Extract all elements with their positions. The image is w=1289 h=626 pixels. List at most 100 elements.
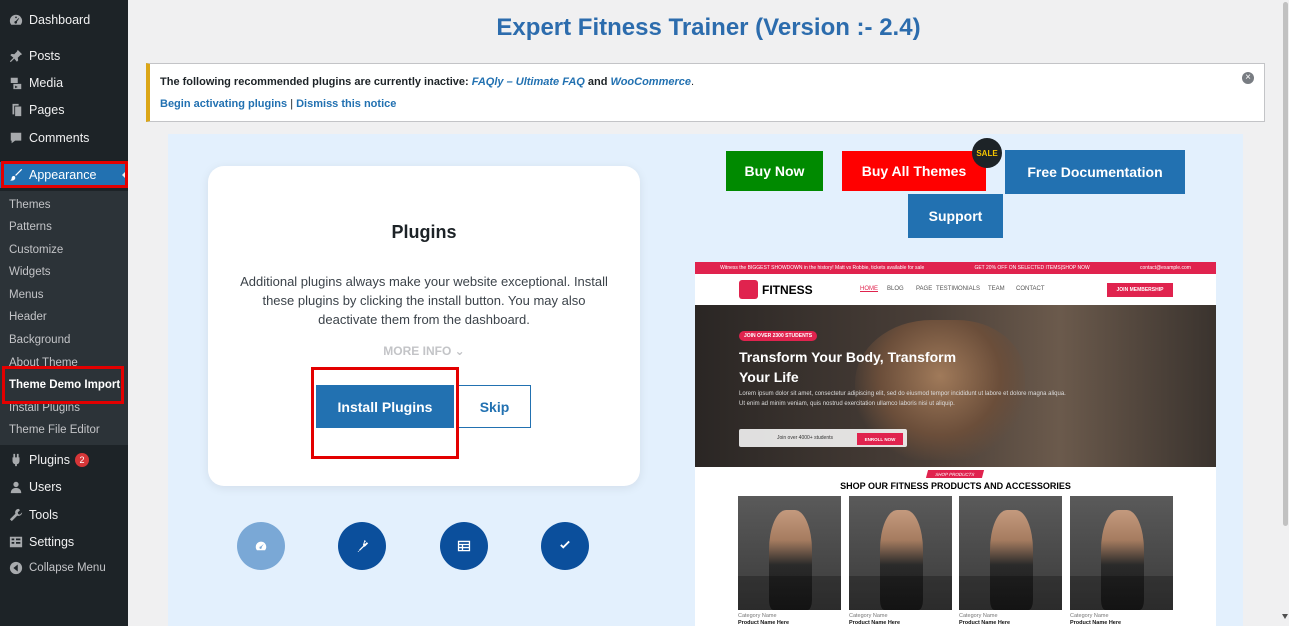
plugins-card: Plugins Additional plugins always make y… (208, 166, 640, 486)
preview-nav-link: BLOG (887, 286, 904, 292)
more-info-toggle[interactable]: MORE INFO ⌄ (208, 344, 640, 358)
submenu-item-themes[interactable]: Themes (9, 199, 51, 211)
settings-icon (8, 534, 24, 550)
submenu-item-menus[interactable]: Menus (9, 289, 44, 301)
free-documentation-button[interactable]: Free Documentation (1005, 150, 1185, 194)
preview-hero-description: Lorem ipsum dolor sit amet, consectetur … (739, 391, 1066, 407)
sidebar-item-label: Media (29, 76, 64, 90)
submenu-item-background[interactable]: Background (9, 334, 70, 346)
sidebar-item-label: Dashboard (29, 13, 91, 27)
user-icon (8, 479, 24, 495)
sale-badge: SALE (972, 138, 1002, 168)
preview-product-category: Category Name (1070, 613, 1109, 619)
preview-hero-title: Transform Your Body, Transform Your Life (739, 349, 957, 385)
scroll-down-icon[interactable] (1282, 614, 1288, 619)
sidebar-item-appearance[interactable]: Appearance (0, 162, 128, 188)
preview-product-name: Product Name Here (738, 620, 790, 626)
sidebar-item-comments[interactable]: Comments (0, 125, 128, 151)
preview-nav-link: TESTIMONIALS (936, 286, 981, 292)
sidebar-item-plugins[interactable]: Plugins 2 (0, 447, 128, 473)
preview-hero-badge: JOIN OVER 2300 STUDENTS (739, 331, 818, 341)
buy-now-button[interactable]: Buy Now (726, 151, 823, 191)
submenu-item-header[interactable]: Header (9, 311, 47, 323)
sidebar-item-dashboard[interactable]: Dashboard (0, 7, 128, 33)
sidebar-item-posts[interactable]: Posts (0, 43, 128, 69)
preview-product-category: Category Name (738, 613, 777, 619)
sidebar-item-label: Posts (29, 49, 61, 63)
preview-logo: FITNESS (762, 283, 813, 297)
sidebar-item-label: Settings (29, 535, 75, 549)
submenu-item-widgets[interactable]: Widgets (9, 266, 51, 278)
preview-hero-cta-text: Join over 4000+ students (777, 435, 834, 441)
preview-topbar-text: Witness the BIGGEST SHOWDOWN in the hist… (720, 265, 925, 271)
sidebar-item-tools[interactable]: Tools (0, 502, 128, 528)
dashboard-icon (255, 541, 267, 551)
sidebar-item-label: Plugins (29, 453, 70, 467)
layout-icon (457, 540, 471, 552)
step-plugins[interactable] (338, 522, 386, 570)
submenu-item-about-theme[interactable]: About Theme (9, 357, 78, 369)
sidebar-item-label: Pages (29, 103, 65, 117)
support-button[interactable]: Support (908, 194, 1003, 238)
card-description: Additional plugins always make your webs… (240, 274, 608, 327)
preview-shop-tag: SHOP PRODUCTS (925, 470, 985, 478)
sidebar-item-label: Appearance (29, 168, 97, 182)
sidebar-item-label: Tools (29, 508, 59, 522)
notice-period: . (691, 76, 695, 88)
submenu-item-theme-demo-import[interactable]: Theme Demo Import (9, 379, 120, 391)
plug-icon (8, 452, 24, 468)
preview-nav: FITNESS HOME BLOG PAGE TESTIMONIALS TEAM… (695, 274, 1216, 305)
submenu-item-theme-file-editor[interactable]: Theme File Editor (9, 424, 100, 436)
woocommerce-link[interactable]: WooCommerce (611, 76, 691, 88)
preview-shop-title: SHOP OUR FITNESS PRODUCTS AND ACCESSORIE… (840, 481, 1071, 491)
scrollbar-thumb[interactable] (1283, 2, 1288, 526)
submenu-item-customize[interactable]: Customize (9, 244, 63, 256)
submenu-item-install-plugins[interactable]: Install Plugins (9, 402, 80, 414)
brush-icon (8, 167, 24, 183)
pages-icon (8, 102, 24, 118)
sidebar-item-pages[interactable]: Pages (0, 97, 128, 123)
appearance-submenu: Themes Patterns Customize Widgets Menus … (0, 191, 128, 445)
notice-actions: Begin activating plugins | Dismiss this … (160, 98, 1254, 110)
more-info-label: MORE INFO (383, 344, 452, 358)
preview-hero: JOIN OVER 2300 STUDENTS Transform Your B… (695, 305, 1216, 467)
notice-row: The following recommended plugins are cu… (160, 76, 1254, 88)
close-icon[interactable]: × (1242, 72, 1254, 84)
sidebar-collapse-menu[interactable]: Collapse Menu (0, 555, 128, 581)
preview-product-image (1070, 496, 1173, 610)
skip-button[interactable]: Skip (458, 385, 531, 428)
preview-nav-link: CONTACT (1016, 286, 1045, 292)
notice-separator: | (290, 98, 294, 110)
fitness-logo-icon (739, 280, 758, 299)
plug-icon (357, 539, 369, 553)
preview-join-button: JOIN MEMBERSHIP (1107, 283, 1173, 297)
media-icon (8, 75, 24, 91)
buy-all-themes-button[interactable]: Buy All Themes (842, 151, 986, 191)
preview-nav-link: TEAM (988, 286, 1005, 292)
step-done[interactable] (541, 522, 589, 570)
install-plugins-button[interactable]: Install Plugins (316, 385, 454, 428)
plugins-count-badge: 2 (75, 453, 89, 467)
chevron-down-icon: ⌄ (454, 344, 465, 358)
sidebar-item-settings[interactable]: Settings (0, 529, 128, 555)
wrench-icon (8, 507, 24, 523)
comment-icon (8, 130, 24, 146)
plugins-notice: The following recommended plugins are cu… (146, 63, 1265, 122)
step-dashboard[interactable] (237, 522, 285, 570)
sidebar-item-label: Comments (29, 131, 90, 145)
begin-activating-link[interactable]: Begin activating plugins (160, 98, 287, 110)
preview-nav-link: HOME (860, 286, 878, 292)
faqly-link[interactable]: FAQly – Ultimate FAQ (472, 76, 585, 88)
submenu-item-patterns[interactable]: Patterns (9, 221, 52, 233)
preview-nav-link: PAGE (916, 286, 933, 292)
preview-topbar-offer: GET 20% OFF ON SELECTED ITEMS|SHOP NOW (974, 265, 1090, 271)
step-content[interactable] (440, 522, 488, 570)
page-title: Expert Fitness Trainer (Version :- 2.4) (496, 14, 921, 41)
sidebar-item-users[interactable]: Users (0, 474, 128, 500)
pin-icon (8, 48, 24, 64)
dismiss-notice-link[interactable]: Dismiss this notice (296, 98, 396, 110)
preview-product-category: Category Name (849, 613, 888, 619)
sidebar-item-media[interactable]: Media (0, 70, 128, 96)
dashboard-icon (8, 12, 24, 28)
preview-product-image (959, 496, 1062, 610)
